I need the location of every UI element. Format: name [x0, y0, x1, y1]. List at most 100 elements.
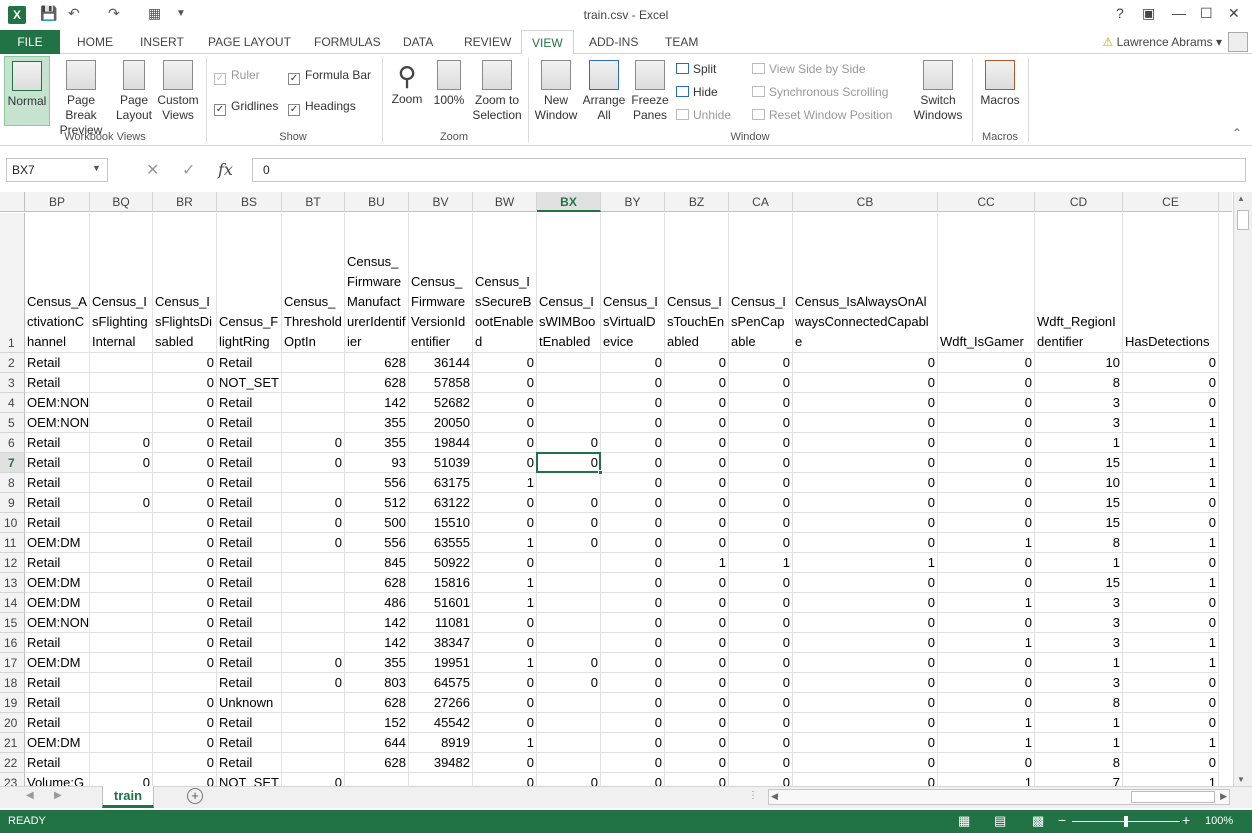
cell-bv17[interactable]: 19951 — [409, 653, 473, 673]
cell-cb14[interactable]: 0 — [793, 593, 938, 613]
cell-by8[interactable]: 0 — [601, 473, 665, 493]
cell-cc2[interactable]: 0 — [938, 353, 1035, 373]
cell-by14[interactable]: 0 — [601, 593, 665, 613]
cell-cc18[interactable]: 0 — [938, 673, 1035, 693]
cell-cc6[interactable]: 0 — [938, 433, 1035, 453]
split-button[interactable]: Split — [676, 62, 716, 76]
cell-cd12[interactable]: 1 — [1035, 553, 1123, 573]
cell-bt5[interactable] — [282, 413, 345, 433]
cell-bu3[interactable]: 628 — [345, 373, 409, 393]
cell-bq8[interactable] — [90, 473, 153, 493]
cell-bu15[interactable]: 142 — [345, 613, 409, 633]
cell-br23[interactable]: 0 — [153, 773, 217, 786]
custom-views-button[interactable]: Custom Views — [156, 60, 200, 123]
cell-bx6[interactable]: 0 — [537, 433, 601, 453]
cell-bv20[interactable]: 45542 — [409, 713, 473, 733]
cell-ca19[interactable]: 0 — [729, 693, 793, 713]
cell-cc7[interactable]: 0 — [938, 453, 1035, 473]
row-header-13[interactable]: 13 — [0, 573, 25, 593]
cell-ca2[interactable]: 0 — [729, 353, 793, 373]
cell-bx22[interactable] — [537, 753, 601, 773]
cell-br18[interactable] — [153, 673, 217, 693]
cell-cd21[interactable]: 1 — [1035, 733, 1123, 753]
cell-by23[interactable]: 0 — [601, 773, 665, 786]
cell-ce21[interactable]: 1 — [1123, 733, 1219, 753]
cell-cb12[interactable]: 1 — [793, 553, 938, 573]
cell-bw4[interactable]: 0 — [473, 393, 537, 413]
cell-ce8[interactable]: 1 — [1123, 473, 1219, 493]
cell-cd22[interactable]: 8 — [1035, 753, 1123, 773]
zoom-level[interactable]: 100% — [1205, 815, 1233, 827]
cell-cb19[interactable]: 0 — [793, 693, 938, 713]
cell-bw13[interactable]: 1 — [473, 573, 537, 593]
cell-bx23[interactable]: 0 — [537, 773, 601, 786]
header-cell[interactable]: Census_ThresholdOptIn — [282, 213, 345, 353]
cell-bp19[interactable]: Retail — [25, 693, 90, 713]
cell-bv5[interactable]: 20050 — [409, 413, 473, 433]
cell-cb20[interactable]: 0 — [793, 713, 938, 733]
cell-bq6[interactable]: 0 — [90, 433, 153, 453]
column-header-bp[interactable]: BP — [25, 192, 90, 212]
cell-ca9[interactable]: 0 — [729, 493, 793, 513]
cell-bz15[interactable]: 0 — [665, 613, 729, 633]
cell-cb2[interactable]: 0 — [793, 353, 938, 373]
cell-cd5[interactable]: 3 — [1035, 413, 1123, 433]
formula-bar-checkbox[interactable]: ✓ Formula Bar — [288, 68, 371, 85]
cell-bv22[interactable]: 39482 — [409, 753, 473, 773]
cell-bz20[interactable]: 0 — [665, 713, 729, 733]
cell-bs20[interactable]: Retail — [217, 713, 282, 733]
cell-bt16[interactable] — [282, 633, 345, 653]
header-cell[interactable]: Census_IsSecureBootEnabled — [473, 213, 537, 353]
cell-bp10[interactable]: Retail — [25, 513, 90, 533]
cell-bw12[interactable]: 0 — [473, 553, 537, 573]
tab-formulas[interactable]: FORMULAS — [314, 30, 381, 54]
cell-bw20[interactable]: 0 — [473, 713, 537, 733]
cell-bu20[interactable]: 152 — [345, 713, 409, 733]
row-header-3[interactable]: 3 — [0, 373, 25, 393]
cell-bv3[interactable]: 57858 — [409, 373, 473, 393]
cell-bw17[interactable]: 1 — [473, 653, 537, 673]
cell-bs5[interactable]: Retail — [217, 413, 282, 433]
cell-bp2[interactable]: Retail — [25, 353, 90, 373]
cell-ce7[interactable]: 1 — [1123, 453, 1219, 473]
cell-bs21[interactable]: Retail — [217, 733, 282, 753]
cell-bu6[interactable]: 355 — [345, 433, 409, 453]
cell-bp16[interactable]: Retail — [25, 633, 90, 653]
cell-bx13[interactable] — [537, 573, 601, 593]
cell-bs4[interactable]: Retail — [217, 393, 282, 413]
cell-ce2[interactable]: 0 — [1123, 353, 1219, 373]
column-header-bv[interactable]: BV — [409, 192, 473, 212]
tab-data[interactable]: DATA — [403, 30, 433, 54]
cell-by5[interactable]: 0 — [601, 413, 665, 433]
header-cell[interactable]: Census_IsTouchEnabled — [665, 213, 729, 353]
cell-br11[interactable]: 0 — [153, 533, 217, 553]
cell-ca13[interactable]: 0 — [729, 573, 793, 593]
cell-by10[interactable]: 0 — [601, 513, 665, 533]
cell-bt3[interactable] — [282, 373, 345, 393]
help-button[interactable]: ? — [1116, 5, 1124, 21]
cell-br9[interactable]: 0 — [153, 493, 217, 513]
cell-bt8[interactable] — [282, 473, 345, 493]
macros-button[interactable]: Macros — [976, 60, 1024, 108]
cell-cc11[interactable]: 1 — [938, 533, 1035, 553]
headings-checkbox[interactable]: ✓ Headings — [288, 99, 356, 116]
cell-by18[interactable]: 0 — [601, 673, 665, 693]
cell-bv6[interactable]: 19844 — [409, 433, 473, 453]
cell-bw3[interactable]: 0 — [473, 373, 537, 393]
active-cell-selection[interactable] — [536, 452, 603, 475]
cell-bx15[interactable] — [537, 613, 601, 633]
cell-cd18[interactable]: 3 — [1035, 673, 1123, 693]
cell-by11[interactable]: 0 — [601, 533, 665, 553]
cell-bq13[interactable] — [90, 573, 153, 593]
header-cell[interactable]: Census_IsPenCapable — [729, 213, 793, 353]
cell-bv10[interactable]: 15510 — [409, 513, 473, 533]
cell-by2[interactable]: 0 — [601, 353, 665, 373]
cell-bu19[interactable]: 628 — [345, 693, 409, 713]
cell-ca18[interactable]: 0 — [729, 673, 793, 693]
zoom-100-button[interactable]: 100% — [430, 60, 468, 108]
cell-bv13[interactable]: 15816 — [409, 573, 473, 593]
cell-cd15[interactable]: 3 — [1035, 613, 1123, 633]
cell-br16[interactable]: 0 — [153, 633, 217, 653]
cell-ce3[interactable]: 0 — [1123, 373, 1219, 393]
cell-by12[interactable]: 0 — [601, 553, 665, 573]
